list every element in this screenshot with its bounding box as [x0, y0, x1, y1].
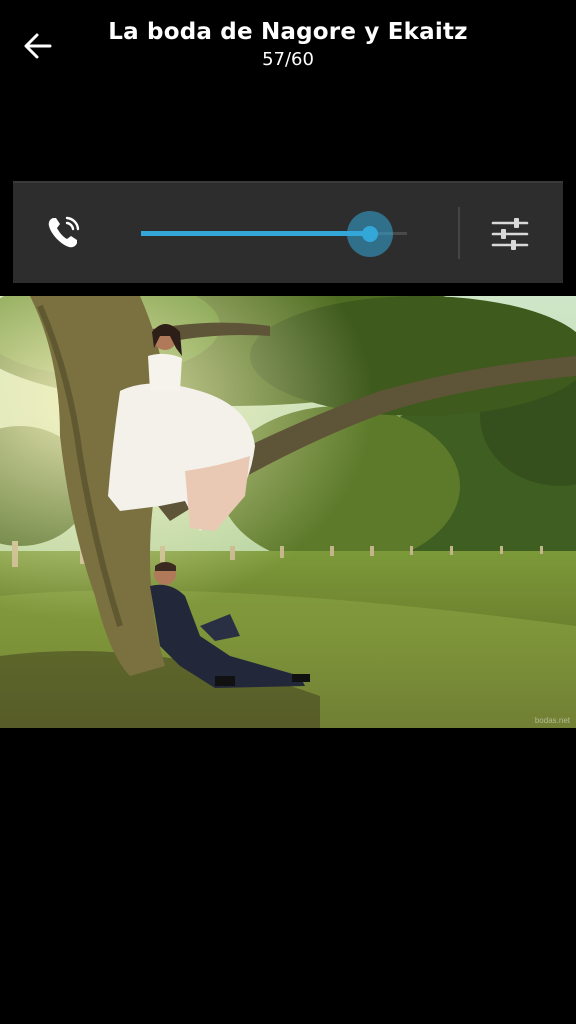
- panel-divider: [458, 207, 460, 259]
- photo-watermark: bodas.net: [534, 716, 570, 725]
- volume-panel: [13, 181, 563, 283]
- header: La boda de Nagore y Ekaitz 57/60: [0, 0, 576, 90]
- photo-counter: 57/60: [262, 49, 314, 70]
- volume-slider-fill: [141, 231, 370, 236]
- volume-slider[interactable]: [141, 209, 407, 259]
- back-button[interactable]: [14, 22, 62, 70]
- arrow-left-icon: [24, 33, 52, 59]
- title-block: La boda de Nagore y Ekaitz 57/60: [70, 16, 506, 72]
- sliders-icon[interactable]: [489, 213, 531, 255]
- album-title: La boda de Nagore y Ekaitz: [108, 19, 468, 45]
- gallery-screen: La boda de Nagore y Ekaitz 57/60 bodas.n…: [0, 0, 576, 1024]
- volume-slider-thumb[interactable]: [362, 226, 378, 242]
- phone-ringing-icon[interactable]: [43, 211, 85, 253]
- wedding-photo-image: [0, 296, 576, 728]
- wedding-photo[interactable]: bodas.net: [0, 296, 576, 728]
